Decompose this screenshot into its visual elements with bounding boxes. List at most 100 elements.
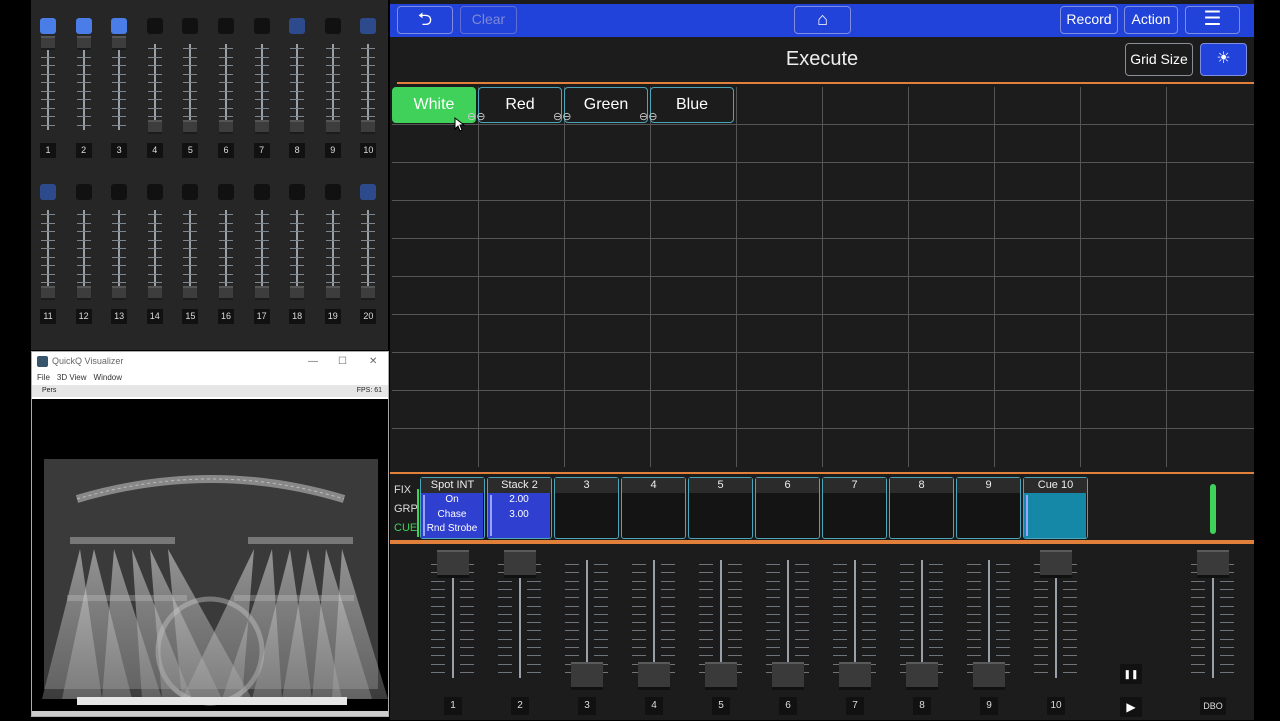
mini-select-button[interactable] [75,18,92,34]
grid-size-button[interactable]: Grid Size [1125,43,1193,76]
maximize-icon[interactable]: ☐ [338,352,347,371]
mini-select-button[interactable] [289,184,306,200]
playback-4[interactable]: 4 [621,477,686,539]
playback-5[interactable]: 5 [688,477,753,539]
fader-track[interactable] [854,560,856,678]
fader-track[interactable] [720,560,722,678]
mini-fader-knob[interactable] [112,36,127,50]
exec-cell-blue[interactable]: Blue [650,87,734,123]
mini-fader-knob[interactable] [325,120,340,134]
mini-fader-knob[interactable] [254,120,269,134]
playback-8[interactable]: 8 [889,477,954,539]
mini-select-button[interactable] [40,184,56,200]
mini-fader-knob[interactable] [290,286,305,300]
fader-track[interactable] [921,560,923,678]
home-button[interactable]: ⌂ [794,6,851,34]
dbo-label[interactable]: DBO [1200,697,1226,715]
link-icon[interactable]: ⊖⊖ [553,110,571,123]
exec-cell-green[interactable]: Green [564,87,648,123]
highlight-button[interactable]: ☀ [1200,43,1247,76]
menu-3d-view[interactable]: 3D View [57,371,87,385]
stage-3d-view[interactable] [32,399,388,716]
fader-knob[interactable] [1197,550,1229,578]
visualizer-titlebar[interactable]: QuickQ Visualizer — ☐ ✕ [32,352,388,371]
mini-fader-knob[interactable] [183,120,198,134]
fader-number[interactable]: 5 [712,697,730,715]
mode-grp[interactable]: GRP [394,503,418,515]
mini-fader-knob[interactable] [112,286,127,300]
mini-fader-knob[interactable] [254,286,269,300]
fader-number[interactable]: 8 [913,697,931,715]
fader-knob[interactable] [638,662,670,690]
exec-cell-red[interactable]: Red [478,87,562,123]
link-icon[interactable]: ⊖⊖ [639,110,657,123]
mini-fader-knob[interactable] [76,286,91,300]
mini-fader-knob[interactable] [147,120,162,134]
mini-select-button[interactable] [253,184,270,200]
fader-knob[interactable] [973,662,1005,690]
mini-fader-knob[interactable] [290,120,305,134]
mini-fader-knob[interactable] [147,286,162,300]
fader-number[interactable]: 2 [511,697,529,715]
mini-select-button[interactable] [146,18,163,34]
fader-number[interactable]: 6 [779,697,797,715]
record-button[interactable]: Record [1060,6,1118,34]
link-icon[interactable]: ⊖⊖ [467,110,485,123]
menu-button[interactable]: ☰ [1185,6,1240,34]
fader-knob[interactable] [1040,550,1072,578]
fader-number[interactable]: 7 [846,697,864,715]
minimize-icon[interactable]: — [308,352,318,371]
mini-fader-knob[interactable] [76,36,91,50]
mini-select-button[interactable] [182,184,199,200]
mini-select-button[interactable] [111,184,128,200]
fader-track[interactable] [653,560,655,678]
mode-fix[interactable]: FIX [394,484,411,496]
menu-file[interactable]: File [37,371,50,385]
fader-knob[interactable] [437,550,469,578]
mini-select-button[interactable] [111,18,128,34]
mini-fader-knob[interactable] [219,286,233,300]
mini-fader-knob[interactable] [219,120,233,134]
fader-number[interactable]: 1 [444,697,462,715]
fader-track[interactable] [586,560,588,678]
mode-cue[interactable]: CUE [394,522,417,534]
mini-select-button[interactable] [360,18,377,34]
pause-button[interactable]: ❚❚ [1120,664,1142,684]
playback-2[interactable]: Stack 2 2.00 3.00 [487,477,552,539]
fader-number[interactable]: 3 [578,697,596,715]
play-button[interactable]: ▶ [1120,697,1142,717]
mini-select-button[interactable] [360,184,377,200]
playback-10[interactable]: Cue 10 [1023,477,1088,539]
clear-button[interactable]: Clear [460,6,517,34]
mini-fader-knob[interactable] [41,36,55,50]
mini-select-button[interactable] [146,184,163,200]
menu-window[interactable]: Window [94,371,122,385]
fader-number[interactable]: 10 [1047,697,1065,715]
playback-3[interactable]: 3 [554,477,619,539]
mini-select-button[interactable] [40,18,56,34]
mini-fader-knob[interactable] [325,286,340,300]
mini-select-button[interactable] [218,18,234,34]
fader-knob[interactable] [571,662,603,690]
playback-9[interactable]: 9 [956,477,1021,539]
close-icon[interactable]: ✕ [369,352,377,371]
mini-select-button[interactable] [253,18,270,34]
fader-knob[interactable] [772,662,804,690]
undo-button[interactable]: ⮌ [397,6,453,34]
fader-track[interactable] [787,560,789,678]
fader-knob[interactable] [906,662,938,690]
fader-knob[interactable] [504,550,536,578]
fader-knob[interactable] [705,662,737,690]
mini-select-button[interactable] [218,184,234,200]
playback-7[interactable]: 7 [822,477,887,539]
playback-1[interactable]: Spot INT On Chase Rnd Strobe [420,477,485,539]
mini-select-button[interactable] [289,18,306,34]
fader-number[interactable]: 9 [980,697,998,715]
mini-select-button[interactable] [75,184,92,200]
mini-fader-knob[interactable] [361,120,376,134]
fader-knob[interactable] [839,662,871,690]
mini-fader-knob[interactable] [361,286,376,300]
mini-fader-knob[interactable] [41,286,55,300]
mini-select-button[interactable] [324,184,341,200]
action-button[interactable]: Action [1124,6,1178,34]
